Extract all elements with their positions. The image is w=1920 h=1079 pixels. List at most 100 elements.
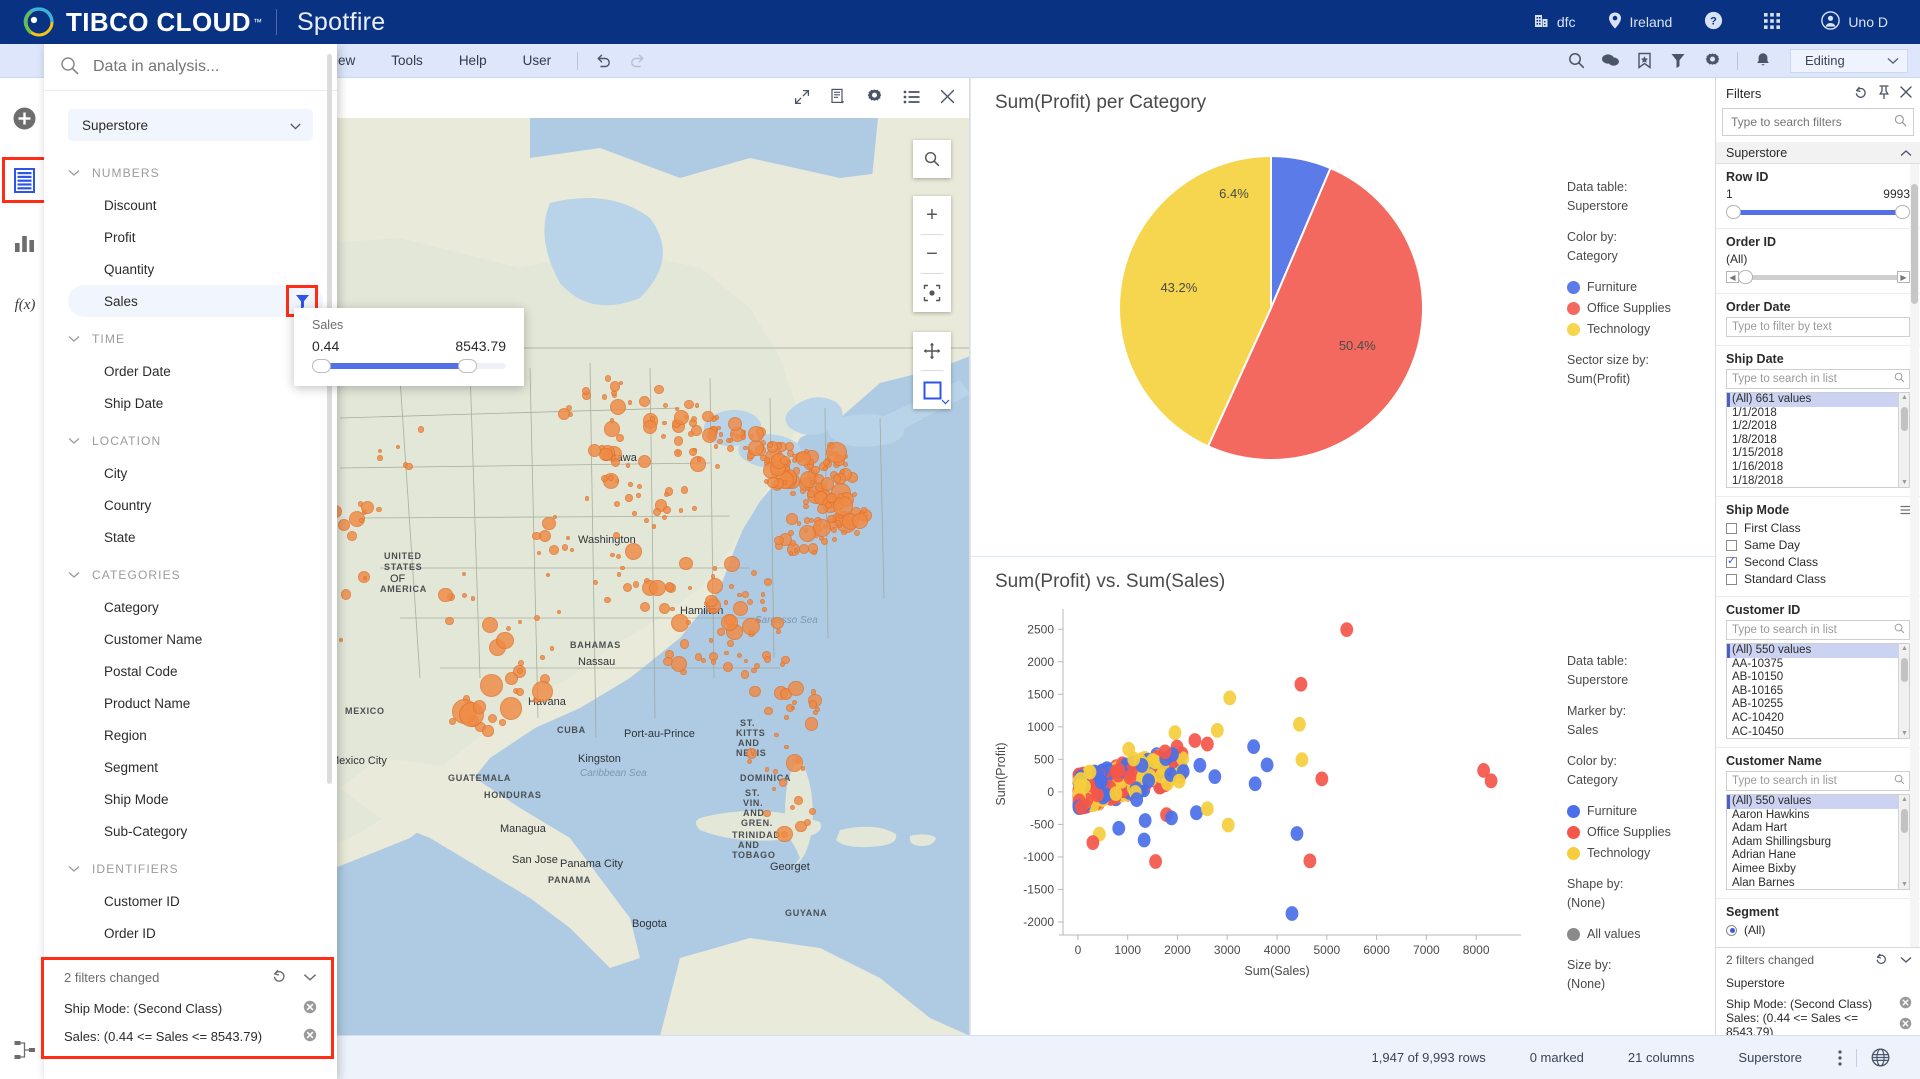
map-marker[interactable] <box>745 747 757 759</box>
map-marker[interactable] <box>499 696 523 720</box>
list-item[interactable]: (All) 661 values <box>1727 393 1909 407</box>
map-marker[interactable] <box>774 535 784 546</box>
map-marker[interactable] <box>462 571 467 576</box>
data-field-quantity[interactable]: Quantity <box>68 253 323 285</box>
map-marker[interactable] <box>533 615 540 622</box>
map-marker[interactable] <box>687 585 693 591</box>
filter-order-date[interactable]: Order Date Type to filter by text <box>1716 294 1920 346</box>
list-item[interactable]: 1/1/2018 <box>1727 407 1909 421</box>
map-marker[interactable] <box>620 565 625 571</box>
scatter-legend-item-furniture[interactable]: Furniture <box>1567 802 1693 821</box>
scatter-point[interactable] <box>1293 716 1306 732</box>
map-marker[interactable] <box>763 655 771 663</box>
pie-chart-svg[interactable]: 6.4% 50.4% 43.2% <box>971 118 1571 538</box>
map-marker[interactable] <box>785 441 794 451</box>
map-marker[interactable] <box>747 440 764 457</box>
scatter-point[interactable] <box>1148 754 1162 770</box>
map-marker[interactable] <box>604 596 611 604</box>
scatter-point[interactable] <box>1086 835 1100 851</box>
scatter-point[interactable] <box>1484 773 1498 789</box>
map-marker[interactable] <box>729 584 734 589</box>
range-handle-left[interactable] <box>1726 205 1741 219</box>
map-marker[interactable] <box>694 403 700 409</box>
list-item[interactable]: 1/2/2018 <box>1727 420 1909 434</box>
scatter-point[interactable] <box>1247 739 1261 755</box>
sales-filter-popup[interactable]: Sales 0.44 8543.79 <box>294 308 524 386</box>
remove-filter-icon[interactable] <box>1899 996 1912 1012</box>
filter-row-id[interactable]: Row ID 1 9993 <box>1716 164 1920 229</box>
data-field-profit[interactable]: Profit <box>68 221 323 253</box>
map-marker[interactable] <box>790 490 796 497</box>
map-marker[interactable] <box>776 629 781 634</box>
filters-changed-header[interactable]: 2 filters changed <box>1716 948 1920 972</box>
data-field-order-date[interactable]: Order Date <box>68 355 323 387</box>
gear-icon[interactable] <box>866 88 883 108</box>
map-marker[interactable] <box>793 547 799 553</box>
center-target-icon[interactable] <box>913 274 951 312</box>
map-marker[interactable] <box>625 494 633 502</box>
map-marker[interactable] <box>360 500 375 515</box>
map-marker[interactable] <box>773 769 779 774</box>
more-vertical-icon[interactable] <box>1824 1049 1856 1066</box>
map-marker[interactable] <box>685 619 692 626</box>
map-marker[interactable] <box>482 725 494 737</box>
map-marker[interactable] <box>604 375 612 382</box>
function-icon[interactable]: f(x) <box>5 284 45 324</box>
map-marker[interactable] <box>742 617 760 636</box>
data-field-ship-date[interactable]: Ship Date <box>68 387 323 419</box>
map-marker[interactable] <box>376 506 382 513</box>
scatter-point[interactable] <box>1172 773 1186 789</box>
search-icon[interactable] <box>913 140 951 178</box>
scatter-point[interactable] <box>1137 832 1151 848</box>
chevron-down-icon[interactable] <box>303 970 317 985</box>
map-marker[interactable] <box>613 501 620 508</box>
map-marker[interactable] <box>636 484 642 490</box>
scatter-point[interactable] <box>1340 622 1354 637</box>
map-marker[interactable] <box>601 474 608 482</box>
map-marker[interactable] <box>764 767 770 773</box>
filters-group-superstore[interactable]: Superstore <box>1716 142 1920 164</box>
scatter-point[interactable] <box>1188 733 1202 748</box>
slider-step-right[interactable]: ▶ <box>1897 271 1910 283</box>
map-marker[interactable] <box>760 592 766 597</box>
map-marker[interactable] <box>395 445 400 450</box>
scatter-point[interactable] <box>1074 799 1088 815</box>
map-marker[interactable] <box>689 448 698 457</box>
pie-legend-item-office-supplies[interactable]: Office Supplies <box>1567 299 1693 318</box>
item-slider[interactable]: ◀ ▶ <box>1726 269 1910 285</box>
reset-icon[interactable] <box>1875 952 1888 968</box>
map-marker[interactable] <box>506 626 512 632</box>
map-marker[interactable] <box>790 804 796 810</box>
map-marker[interactable] <box>566 536 571 541</box>
map-marker[interactable] <box>679 639 690 649</box>
map-marker[interactable] <box>405 462 414 471</box>
chevron-up-icon[interactable] <box>1900 146 1912 160</box>
filter-ship-mode[interactable]: Ship Mode First Class Same Day Second Clas… <box>1716 497 1920 597</box>
map-marker[interactable] <box>723 599 729 605</box>
data-field-country[interactable]: Country <box>68 489 323 521</box>
list-item[interactable]: Adam Shillingsburg <box>1727 836 1909 850</box>
map-marker[interactable] <box>599 447 613 462</box>
map-marker[interactable] <box>762 809 771 818</box>
map-marker[interactable] <box>713 443 719 449</box>
map-marker[interactable] <box>750 570 757 577</box>
list-scrollbar[interactable]: ▲ ▼ <box>1898 644 1909 738</box>
filters-list[interactable]: Row ID 1 9993 Order ID (All) ◀ ▶ Order D… <box>1716 164 1920 947</box>
search-icon[interactable] <box>1559 44 1593 78</box>
list-scrollbar[interactable]: ▲ ▼ <box>1898 393 1909 487</box>
checkbox[interactable] <box>1726 573 1737 585</box>
slider-handle[interactable] <box>1738 270 1753 284</box>
filter-search-input[interactable]: Type to search in list <box>1726 620 1910 640</box>
map-marker[interactable] <box>749 685 761 698</box>
data-field-city[interactable]: City <box>68 457 323 489</box>
checkbox-group[interactable]: First Class Same Day Second Class Standard … <box>1726 520 1910 587</box>
list-icon[interactable] <box>903 90 920 107</box>
map-marker[interactable] <box>684 399 694 410</box>
map-marker[interactable] <box>740 670 750 679</box>
map-marker[interactable] <box>472 700 487 715</box>
map-marker[interactable] <box>518 660 525 667</box>
pie-legend-item-technology[interactable]: Technology <box>1567 320 1693 339</box>
add-circle-icon[interactable] <box>5 98 45 138</box>
map-marker[interactable] <box>517 619 523 625</box>
data-search-box[interactable] <box>44 44 337 91</box>
